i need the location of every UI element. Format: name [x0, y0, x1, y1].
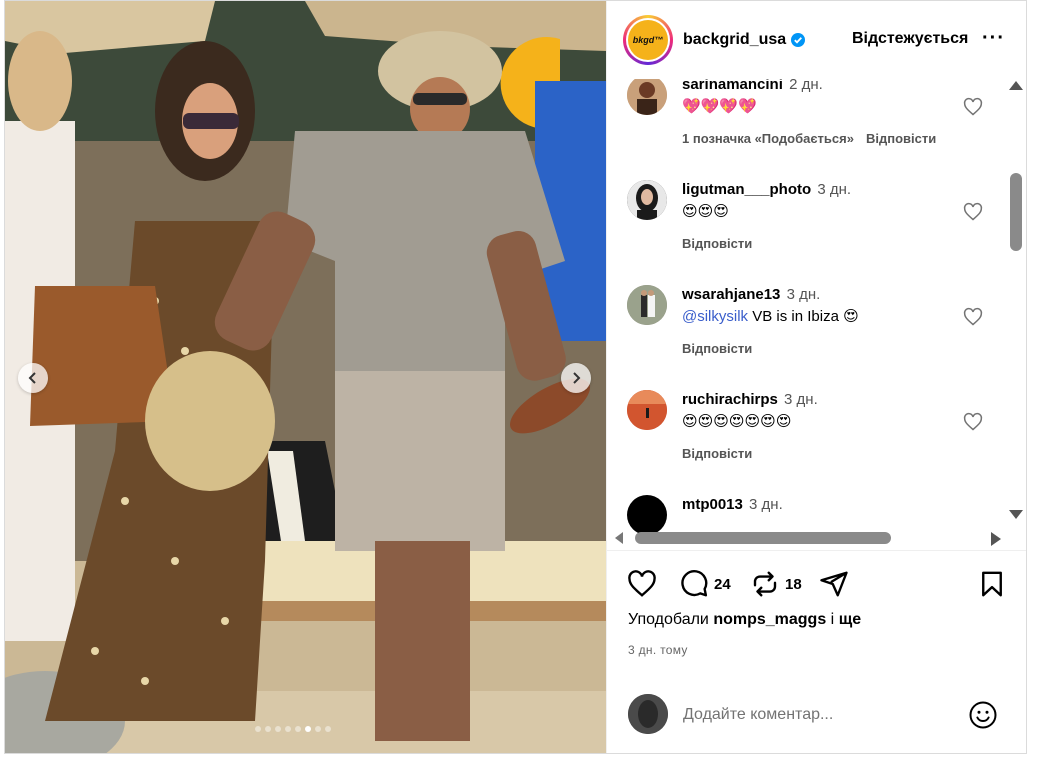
comments-horizontal-scrollbar[interactable] [615, 528, 1005, 548]
carousel-dot [255, 726, 261, 732]
likes-prefix: Уподобали [628, 611, 714, 628]
post-actions-bar: 24 18 [607, 561, 1026, 607]
commenter-avatar[interactable] [627, 390, 667, 430]
emoji-smiley-icon[interactable] [968, 700, 998, 730]
avatar-logo-text: bkgd™ [628, 20, 668, 60]
author-username[interactable]: backgrid_usa [683, 31, 786, 49]
reply-button[interactable]: Відповісти [682, 236, 752, 251]
like-comment-heart-icon[interactable] [963, 412, 983, 432]
comment-time[interactable]: 3 дн. [749, 496, 783, 513]
repost-icon [753, 571, 777, 597]
comment-text: 😍😍😍 [682, 203, 729, 220]
current-user-avatar [628, 694, 668, 734]
likes-more-link[interactable]: ще [839, 611, 861, 628]
divider [607, 550, 1026, 551]
post-side-panel: bkgd™ backgrid_usa Відстежується ··· sar… [606, 1, 1026, 753]
reply-button[interactable]: Відповісти [682, 341, 752, 356]
comments-list[interactable]: sarinamancini 2 дн. 💖💖💖💖 1 позначка «Под… [607, 79, 1026, 547]
comment-username[interactable]: mtp0013 [682, 496, 743, 513]
commenter-avatar[interactable] [627, 79, 667, 115]
comment-time[interactable]: 3 дн. [787, 286, 821, 303]
like-button[interactable] [627, 569, 657, 599]
scroll-up-arrow-icon[interactable] [1009, 81, 1023, 90]
like-comment-heart-icon[interactable] [963, 202, 983, 222]
comment-username[interactable]: ruchirachirps [682, 391, 778, 408]
previous-photo-button[interactable] [18, 363, 48, 393]
carousel-dot [285, 726, 291, 732]
avatar-photo-icon [627, 180, 667, 220]
carousel-dot [315, 726, 321, 732]
comment-text: @silkysilk VB is in Ibiza 😍 [682, 306, 972, 328]
comment-text-body: VB is in Ibiza 😍 [748, 308, 859, 325]
like-comment-heart-icon[interactable] [963, 97, 983, 117]
author-avatar[interactable]: bkgd™ [623, 15, 673, 65]
commenter-avatar[interactable] [627, 285, 667, 325]
carousel-dot [275, 726, 281, 732]
post-modal: bkgd™ backgrid_usa Відстежується ··· sar… [4, 0, 1027, 754]
avatar-photo-icon [627, 79, 667, 115]
liked-by-user[interactable]: nomps_maggs [713, 611, 826, 628]
avatar-photo-icon [627, 285, 667, 325]
heart-icon [628, 570, 656, 597]
reply-button[interactable]: Відповісти [682, 446, 752, 461]
comment-username[interactable]: sarinamancini [682, 79, 783, 93]
avatar-photo-icon [628, 694, 668, 734]
carousel-dot [295, 726, 301, 732]
next-photo-button[interactable] [561, 363, 591, 393]
comment-bubble-icon [681, 570, 708, 597]
share-button[interactable] [819, 569, 849, 599]
avatar-photo-icon [627, 390, 667, 430]
save-button[interactable] [977, 569, 1007, 599]
scrollbar-thumb[interactable] [635, 532, 891, 544]
scroll-down-arrow-icon[interactable] [1009, 510, 1023, 519]
send-paper-plane-icon [820, 571, 848, 597]
comment-likes-count[interactable]: 1 позначка «Подобається» [682, 131, 854, 146]
beach-photo-image [5, 1, 606, 753]
add-comment-bar [607, 688, 1026, 744]
comment-username[interactable]: wsarahjane13 [682, 286, 780, 303]
comment-button[interactable]: 24 [679, 569, 731, 599]
likes-suffix: і [826, 611, 839, 628]
chevron-right-icon [573, 372, 581, 384]
carousel-dot-active [305, 726, 311, 732]
scrollbar-thumb[interactable] [1010, 173, 1022, 251]
comment-time[interactable]: 2 дн. [789, 79, 823, 93]
mention-link[interactable]: @silkysilk [682, 308, 748, 325]
post-timestamp[interactable]: 3 дн. тому [628, 643, 688, 657]
comment-text: 😍😍😍😍😍😍😍 [682, 413, 792, 430]
bookmark-icon [982, 571, 1002, 597]
more-options-button[interactable]: ··· [982, 27, 1005, 50]
repost-count: 18 [785, 575, 802, 593]
chevron-left-icon [28, 372, 36, 384]
likes-summary: Уподобали nomps_maggs і ще [628, 611, 861, 629]
post-header: bkgd™ backgrid_usa Відстежується ··· [607, 1, 1026, 79]
scroll-right-arrow-icon[interactable] [991, 532, 1001, 546]
comment-time[interactable]: 3 дн. [784, 391, 818, 408]
scroll-left-arrow-icon[interactable] [615, 532, 623, 544]
carousel-dot [325, 726, 331, 732]
comments-vertical-scrollbar[interactable] [1005, 81, 1025, 521]
carousel-dot [265, 726, 271, 732]
comment-input[interactable] [683, 702, 953, 728]
comment-count: 24 [714, 575, 731, 593]
verified-badge-icon [791, 33, 806, 47]
reply-button[interactable]: Відповісти [866, 131, 936, 146]
comment-username[interactable]: ligutman___photo [682, 181, 811, 198]
post-photo[interactable] [5, 1, 606, 753]
comment-time[interactable]: 3 дн. [817, 181, 851, 198]
comment-text: 💖💖💖💖 [682, 98, 757, 115]
repost-button[interactable]: 18 [750, 569, 802, 599]
commenter-avatar[interactable] [627, 180, 667, 220]
following-button[interactable]: Відстежується [852, 30, 968, 48]
carousel-indicator [255, 726, 331, 732]
like-comment-heart-icon[interactable] [963, 307, 983, 327]
